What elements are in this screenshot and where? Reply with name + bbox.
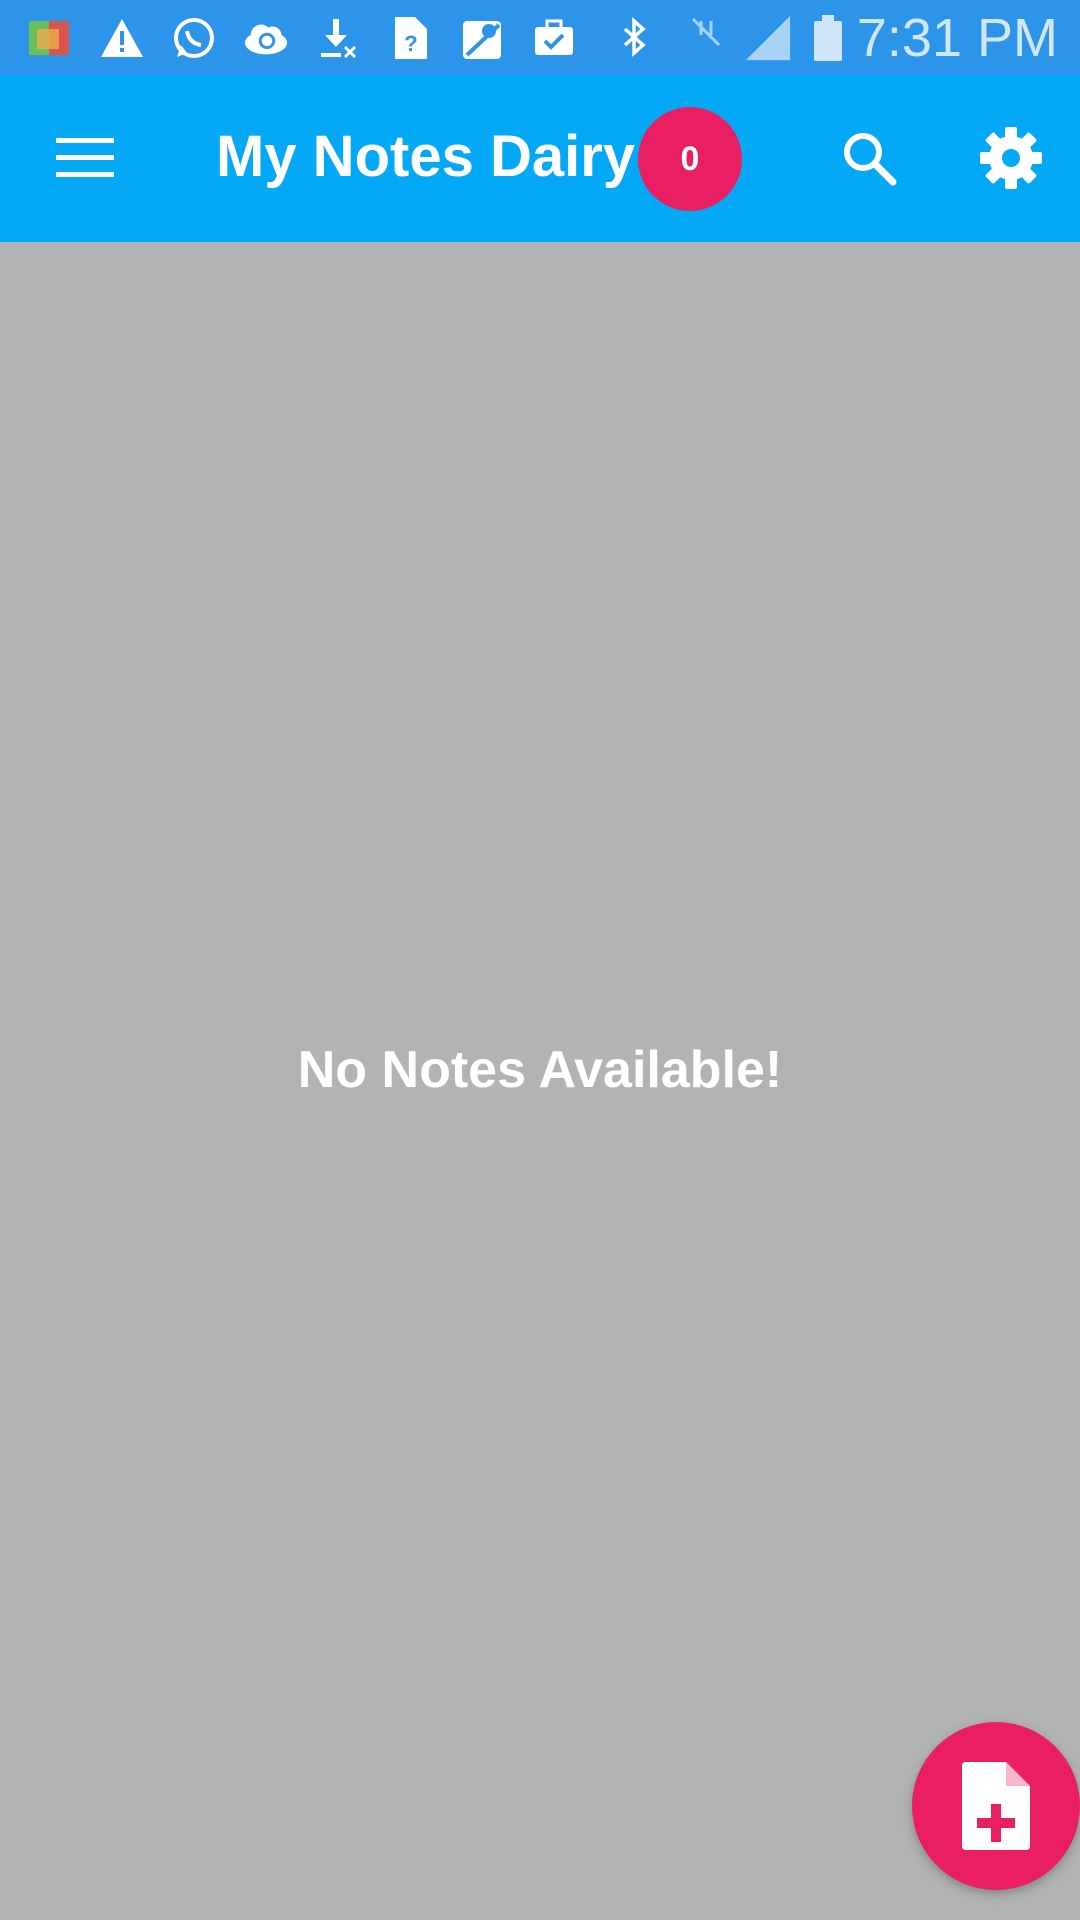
page-title: My Notes Dairy	[216, 124, 636, 189]
battery-icon	[804, 14, 852, 62]
add-note-button[interactable]	[912, 1722, 1080, 1890]
menu-button[interactable]	[42, 115, 128, 201]
empty-state-message: No Notes Available!	[297, 1041, 783, 1099]
note-count-badge: 0	[638, 107, 742, 211]
gear-icon	[980, 127, 1042, 189]
maps-icon	[458, 14, 506, 62]
whatsapp-icon	[170, 14, 218, 62]
status-time: 7:31 PM	[856, 8, 1058, 68]
svg-text:?: ?	[404, 31, 417, 56]
search-icon	[844, 133, 897, 186]
warning-icon	[98, 14, 146, 62]
signal-icon	[744, 14, 792, 62]
search-button[interactable]	[826, 115, 912, 201]
app-bar: My Notes Dairy 0	[0, 75, 1080, 242]
nfc-icon	[682, 14, 730, 62]
menu-icon	[56, 138, 114, 177]
download-icon	[314, 14, 362, 62]
add-note-icon	[962, 1762, 1030, 1850]
settings-button[interactable]	[966, 113, 1056, 203]
app-icon	[26, 14, 74, 62]
document-icon: ?	[386, 14, 434, 62]
status-bar: ? 7:31 PM	[0, 0, 1080, 75]
briefcase-icon	[530, 14, 578, 62]
cloud-sync-icon	[242, 14, 290, 62]
bluetooth-icon	[610, 14, 658, 62]
